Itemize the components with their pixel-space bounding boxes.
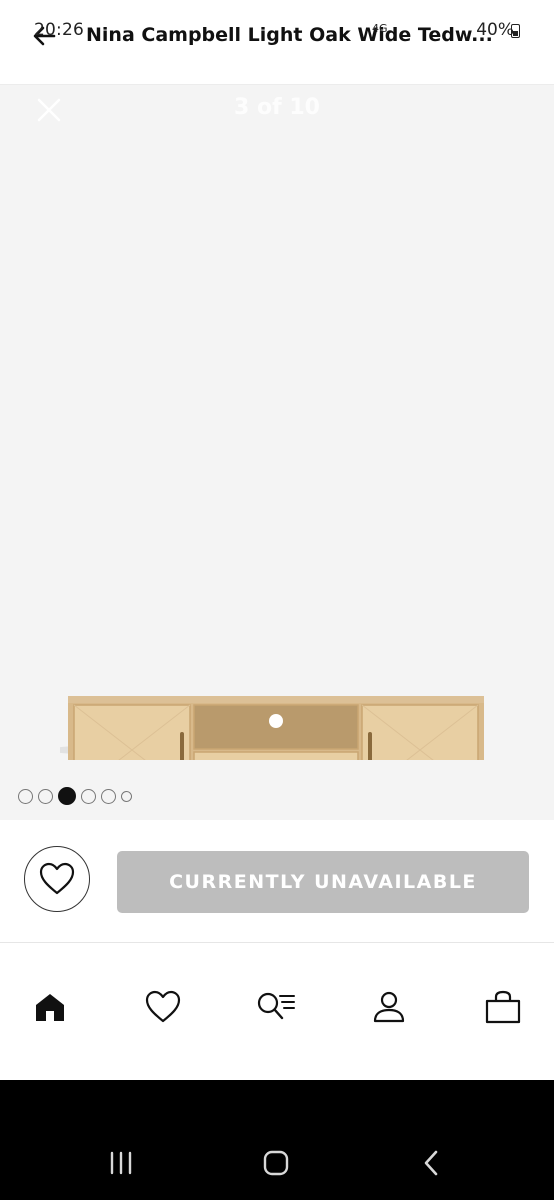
- pagination-dot[interactable]: [38, 788, 53, 804]
- product-image[interactable]: [60, 600, 490, 760]
- pagination-dot[interactable]: [101, 788, 116, 804]
- tab-account[interactable]: [369, 987, 409, 1027]
- home-icon: [36, 994, 64, 1021]
- search-list-icon: [257, 992, 295, 1020]
- pagination-dot[interactable]: [18, 788, 33, 804]
- pagination-dot[interactable]: [81, 788, 96, 804]
- image-counter: 3 of 10: [234, 95, 320, 120]
- system-home-button[interactable]: [256, 1146, 296, 1180]
- person-icon: [373, 991, 405, 1023]
- bottom-tab-bar: [0, 942, 554, 1081]
- heart-icon: [145, 990, 181, 1023]
- system-home-icon: [263, 1150, 289, 1176]
- purchase-actions: CURRENTLY UNAVAILABLE: [0, 820, 554, 942]
- heart-icon: [39, 862, 75, 895]
- bag-icon: [485, 990, 521, 1024]
- screen: 20:26 Nina Campbell Light Oak Wide Tedw.…: [0, 0, 554, 1200]
- pagination-dot[interactable]: [121, 790, 132, 802]
- tab-browse[interactable]: [256, 987, 296, 1027]
- app-header: 20:26 Nina Campbell Light Oak Wide Tedw.…: [0, 0, 554, 85]
- battery-level: 40%: [476, 20, 514, 40]
- image-gallery[interactable]: 3 of 10: [0, 85, 554, 820]
- system-back-button[interactable]: [411, 1146, 451, 1180]
- currently-unavailable-button[interactable]: CURRENTLY UNAVAILABLE: [117, 851, 529, 913]
- status-time: 20:26: [34, 20, 84, 40]
- tab-home[interactable]: [30, 987, 70, 1027]
- tab-basket[interactable]: [483, 987, 523, 1027]
- network-indicator: 4G: [372, 22, 388, 35]
- gallery-pagination: [18, 786, 132, 806]
- pagination-dot-active[interactable]: [58, 787, 76, 805]
- wishlist-button[interactable]: [24, 846, 90, 912]
- recent-apps-button[interactable]: [101, 1146, 141, 1180]
- system-navigation-bar: [0, 1080, 554, 1200]
- tab-favourites[interactable]: [143, 987, 183, 1027]
- battery-icon: [511, 24, 520, 38]
- system-back-icon: [424, 1150, 438, 1176]
- recent-apps-icon: [110, 1151, 132, 1175]
- page-title: Nina Campbell Light Oak Wide Tedw...: [86, 24, 493, 46]
